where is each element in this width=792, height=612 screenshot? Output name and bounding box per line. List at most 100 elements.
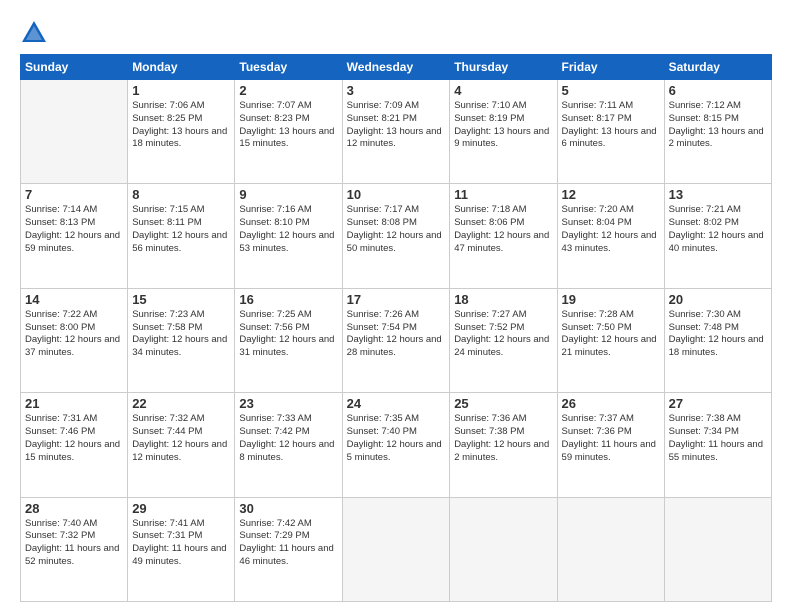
weekday-thursday: Thursday: [450, 55, 557, 80]
calendar-cell: 13 Sunrise: 7:21 AMSunset: 8:02 PMDayligh…: [664, 184, 771, 288]
day-info: Sunrise: 7:35 AMSunset: 7:40 PMDaylight:…: [347, 413, 446, 464]
day-info: Sunrise: 7:20 AMSunset: 8:04 PMDaylight:…: [562, 204, 660, 255]
day-number: 1: [132, 83, 230, 98]
day-info: Sunrise: 7:12 AMSunset: 8:15 PMDaylight:…: [669, 100, 767, 151]
calendar-cell: 20 Sunrise: 7:30 AMSunset: 7:48 PMDayligh…: [664, 288, 771, 392]
week-row-3: 14 Sunrise: 7:22 AMSunset: 8:00 PMDayligh…: [21, 288, 772, 392]
day-number: 21: [25, 396, 123, 411]
day-info: Sunrise: 7:18 AMSunset: 8:06 PMDaylight:…: [454, 204, 552, 255]
calendar-cell: 11 Sunrise: 7:18 AMSunset: 8:06 PMDayligh…: [450, 184, 557, 288]
day-info: Sunrise: 7:07 AMSunset: 8:23 PMDaylight:…: [239, 100, 337, 151]
logo-icon: [20, 18, 48, 46]
day-info: Sunrise: 7:41 AMSunset: 7:31 PMDaylight:…: [132, 518, 230, 569]
day-info: Sunrise: 7:26 AMSunset: 7:54 PMDaylight:…: [347, 309, 446, 360]
day-number: 4: [454, 83, 552, 98]
day-info: Sunrise: 7:32 AMSunset: 7:44 PMDaylight:…: [132, 413, 230, 464]
week-row-2: 7Sunrise: 7:14 AMSunset: 8:13 PMDaylight…: [21, 184, 772, 288]
day-number: 22: [132, 396, 230, 411]
day-number: 18: [454, 292, 552, 307]
calendar-cell: 27 Sunrise: 7:38 AMSunset: 7:34 PMDayligh…: [664, 393, 771, 497]
day-number: 5: [562, 83, 660, 98]
weekday-monday: Monday: [128, 55, 235, 80]
calendar-cell: 22 Sunrise: 7:32 AMSunset: 7:44 PMDayligh…: [128, 393, 235, 497]
weekday-saturday: Saturday: [664, 55, 771, 80]
day-number: 13: [669, 187, 767, 202]
day-info: Sunrise: 7:16 AMSunset: 8:10 PMDaylight:…: [239, 204, 337, 255]
day-info: Sunrise: 7:40 AMSunset: 7:32 PMDaylight:…: [25, 518, 123, 569]
day-info: Sunrise: 7:33 AMSunset: 7:42 PMDaylight:…: [239, 413, 337, 464]
calendar-cell: 15 Sunrise: 7:23 AMSunset: 7:58 PMDayligh…: [128, 288, 235, 392]
day-number: 10: [347, 187, 446, 202]
day-number: 2: [239, 83, 337, 98]
day-info: Sunrise: 7:31 AMSunset: 7:46 PMDaylight:…: [25, 413, 123, 464]
calendar-cell: 14 Sunrise: 7:22 AMSunset: 8:00 PMDayligh…: [21, 288, 128, 392]
weekday-wednesday: Wednesday: [342, 55, 450, 80]
weekday-tuesday: Tuesday: [235, 55, 342, 80]
day-number: 24: [347, 396, 446, 411]
calendar-cell: [664, 497, 771, 601]
calendar-cell: 18 Sunrise: 7:27 AMSunset: 7:52 PMDayligh…: [450, 288, 557, 392]
day-number: 14: [25, 292, 123, 307]
day-info: Sunrise: 7:27 AMSunset: 7:52 PMDaylight:…: [454, 309, 552, 360]
day-info: Sunrise: 7:11 AMSunset: 8:17 PMDaylight:…: [562, 100, 660, 151]
day-info: Sunrise: 7:25 AMSunset: 7:56 PMDaylight:…: [239, 309, 337, 360]
day-number: 27: [669, 396, 767, 411]
calendar-cell: 28 Sunrise: 7:40 AMSunset: 7:32 PMDayligh…: [21, 497, 128, 601]
day-info: Sunrise: 7:06 AMSunset: 8:25 PMDaylight:…: [132, 100, 230, 151]
calendar-cell: [21, 80, 128, 184]
logo: [20, 18, 52, 46]
week-row-1: 1 Sunrise: 7:06 AMSunset: 8:25 PMDaylight…: [21, 80, 772, 184]
day-number: 11: [454, 187, 552, 202]
day-number: 23: [239, 396, 337, 411]
day-info: Sunrise: 7:17 AMSunset: 8:08 PMDaylight:…: [347, 204, 446, 255]
calendar-cell: 4Sunrise: 7:10 AMSunset: 8:19 PMDaylight…: [450, 80, 557, 184]
calendar-cell: [342, 497, 450, 601]
day-info: Sunrise: 7:36 AMSunset: 7:38 PMDaylight:…: [454, 413, 552, 464]
day-number: 15: [132, 292, 230, 307]
day-number: 30: [239, 501, 337, 516]
calendar-cell: 2 Sunrise: 7:07 AMSunset: 8:23 PMDaylight…: [235, 80, 342, 184]
calendar-table: SundayMondayTuesdayWednesdayThursdayFrid…: [20, 54, 772, 602]
day-number: 20: [669, 292, 767, 307]
calendar-cell: 12Sunrise: 7:20 AMSunset: 8:04 PMDayligh…: [557, 184, 664, 288]
day-info: Sunrise: 7:22 AMSunset: 8:00 PMDaylight:…: [25, 309, 123, 360]
week-row-4: 21 Sunrise: 7:31 AMSunset: 7:46 PMDayligh…: [21, 393, 772, 497]
calendar-cell: 29 Sunrise: 7:41 AMSunset: 7:31 PMDayligh…: [128, 497, 235, 601]
calendar-cell: 3 Sunrise: 7:09 AMSunset: 8:21 PMDaylight…: [342, 80, 450, 184]
day-info: Sunrise: 7:30 AMSunset: 7:48 PMDaylight:…: [669, 309, 767, 360]
header: [20, 18, 772, 46]
calendar-cell: 21 Sunrise: 7:31 AMSunset: 7:46 PMDayligh…: [21, 393, 128, 497]
day-number: 6: [669, 83, 767, 98]
day-info: Sunrise: 7:38 AMSunset: 7:34 PMDaylight:…: [669, 413, 767, 464]
weekday-sunday: Sunday: [21, 55, 128, 80]
calendar-cell: 1 Sunrise: 7:06 AMSunset: 8:25 PMDaylight…: [128, 80, 235, 184]
calendar-cell: 24 Sunrise: 7:35 AMSunset: 7:40 PMDayligh…: [342, 393, 450, 497]
day-info: Sunrise: 7:21 AMSunset: 8:02 PMDaylight:…: [669, 204, 767, 255]
day-info: Sunrise: 7:42 AMSunset: 7:29 PMDaylight:…: [239, 518, 337, 569]
calendar-cell: 17 Sunrise: 7:26 AMSunset: 7:54 PMDayligh…: [342, 288, 450, 392]
calendar-cell: 6 Sunrise: 7:12 AMSunset: 8:15 PMDaylight…: [664, 80, 771, 184]
day-info: Sunrise: 7:28 AMSunset: 7:50 PMDaylight:…: [562, 309, 660, 360]
calendar-cell: 7Sunrise: 7:14 AMSunset: 8:13 PMDaylight…: [21, 184, 128, 288]
day-number: 29: [132, 501, 230, 516]
day-number: 7: [25, 187, 123, 202]
day-number: 17: [347, 292, 446, 307]
day-number: 16: [239, 292, 337, 307]
day-info: Sunrise: 7:23 AMSunset: 7:58 PMDaylight:…: [132, 309, 230, 360]
day-number: 28: [25, 501, 123, 516]
day-info: Sunrise: 7:37 AMSunset: 7:36 PMDaylight:…: [562, 413, 660, 464]
calendar-page: SundayMondayTuesdayWednesdayThursdayFrid…: [0, 0, 792, 612]
day-number: 3: [347, 83, 446, 98]
day-info: Sunrise: 7:09 AMSunset: 8:21 PMDaylight:…: [347, 100, 446, 151]
calendar-cell: 23 Sunrise: 7:33 AMSunset: 7:42 PMDayligh…: [235, 393, 342, 497]
calendar-cell: 30 Sunrise: 7:42 AMSunset: 7:29 PMDayligh…: [235, 497, 342, 601]
day-number: 8: [132, 187, 230, 202]
calendar-cell: 26Sunrise: 7:37 AMSunset: 7:36 PMDayligh…: [557, 393, 664, 497]
day-number: 25: [454, 396, 552, 411]
day-number: 9: [239, 187, 337, 202]
calendar-cell: 19 Sunrise: 7:28 AMSunset: 7:50 PMDayligh…: [557, 288, 664, 392]
calendar-cell: 16 Sunrise: 7:25 AMSunset: 7:56 PMDayligh…: [235, 288, 342, 392]
calendar-cell: 5 Sunrise: 7:11 AMSunset: 8:17 PMDaylight…: [557, 80, 664, 184]
day-number: 19: [562, 292, 660, 307]
calendar-cell: 10 Sunrise: 7:17 AMSunset: 8:08 PMDayligh…: [342, 184, 450, 288]
